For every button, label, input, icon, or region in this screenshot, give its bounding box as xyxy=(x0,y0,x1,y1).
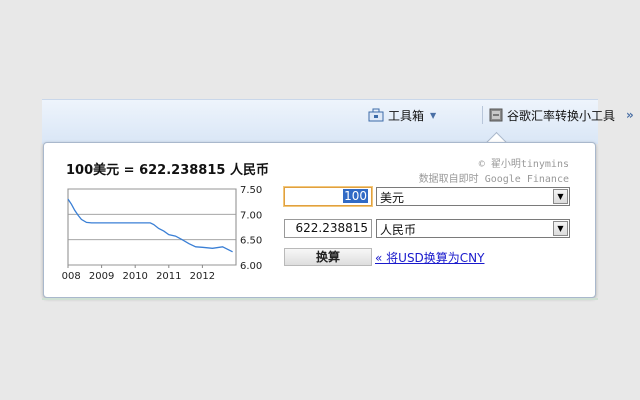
amount-from-input[interactable]: 100 xyxy=(284,187,372,206)
convert-button[interactable]: 换算 xyxy=(284,248,372,266)
currency-to-select[interactable]: 人民币 ▼ xyxy=(376,219,570,238)
x-tick-label: 2010 xyxy=(122,271,147,282)
rate-history-chart: 7.50 7.00 6.50 6.00 2008 2009 2010 2011 2012 xyxy=(61,185,262,282)
chevron-down-icon[interactable]: ▼ xyxy=(430,111,436,120)
amount-from-value: 100 xyxy=(343,189,368,203)
currency-from-value: 美元 xyxy=(380,191,405,205)
toolbox-button[interactable]: 工具箱 ▼ xyxy=(368,106,436,124)
y-tick-label: 7.50 xyxy=(240,185,262,196)
page-background-strip xyxy=(42,298,598,300)
browser-toolbar: 工具箱 ▼ 谷歌汇率转换小工具 » xyxy=(42,99,634,144)
toolbox-icon xyxy=(368,108,384,122)
dropdown-arrow-icon[interactable]: ▼ xyxy=(553,189,568,204)
fx-tool-button[interactable]: 谷歌汇率转换小工具 xyxy=(489,106,615,124)
overflow-chevron-icon[interactable]: » xyxy=(626,106,634,124)
y-tick-label: 6.50 xyxy=(240,236,262,247)
currency-converter-popup: 100美元 = 622.238815 人民币 © 翟小明tinymins 数据取… xyxy=(43,142,596,298)
x-tick-label: 2009 xyxy=(89,271,114,282)
amount-to-value: 622.238815 xyxy=(295,221,368,235)
dropdown-arrow-icon[interactable]: ▼ xyxy=(553,221,568,236)
swap-currency-link[interactable]: « 将USD换算为CNY xyxy=(375,249,484,266)
exchange-icon xyxy=(489,108,503,122)
fx-tool-label: 谷歌汇率转换小工具 xyxy=(507,108,616,123)
toolbar-separator xyxy=(482,106,483,124)
x-tick-label: 2008 xyxy=(61,271,81,282)
y-tick-label: 6.00 xyxy=(240,261,262,272)
toolbox-label: 工具箱 xyxy=(388,108,425,123)
currency-from-select[interactable]: 美元 ▼ xyxy=(376,187,570,206)
amount-to-input[interactable]: 622.238815 xyxy=(284,219,372,238)
plot-area xyxy=(67,188,237,266)
y-tick-label: 7.00 xyxy=(240,210,262,221)
currency-to-value: 人民币 xyxy=(380,223,417,237)
data-source-credit: 数据取自即时 Google Finance xyxy=(418,174,569,185)
x-tick-label: 2011 xyxy=(156,271,181,282)
author-credit: © 翟小明tinymins xyxy=(478,159,569,170)
conversion-result: 100美元 = 622.238815 人民币 xyxy=(66,163,269,178)
x-tick-label: 2012 xyxy=(190,271,215,282)
